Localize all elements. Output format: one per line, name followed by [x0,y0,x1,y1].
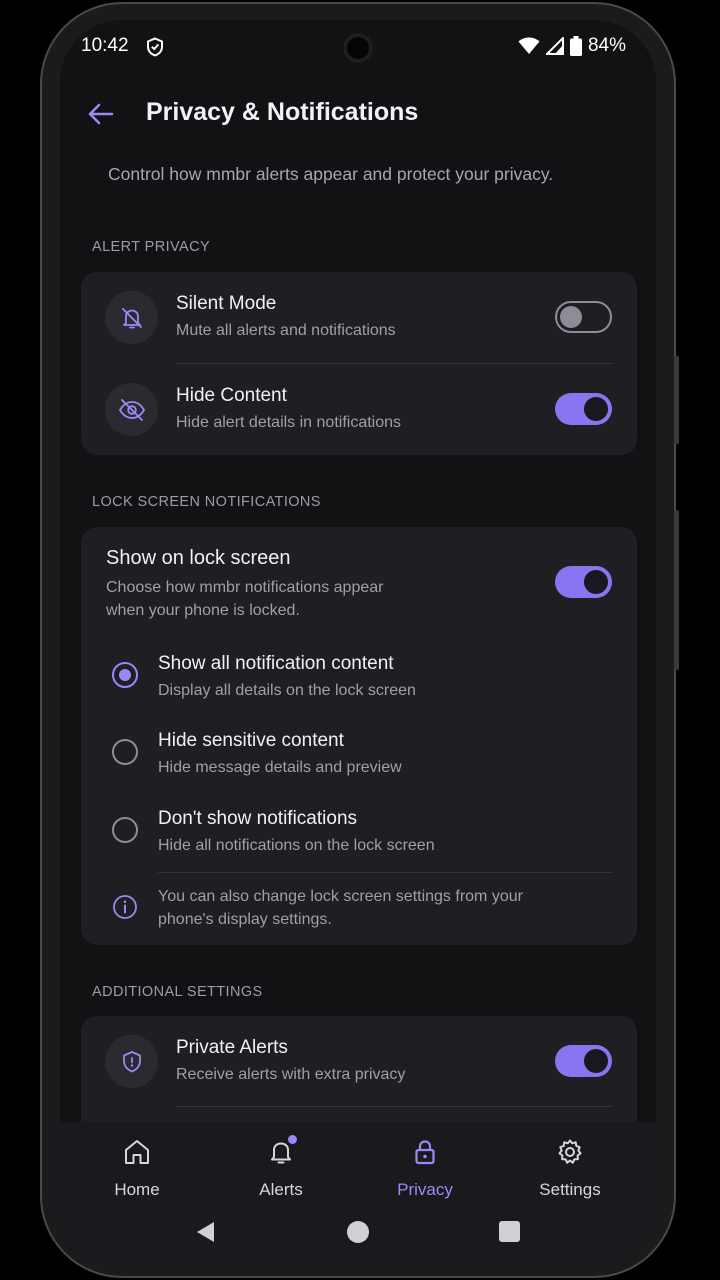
status-bar: 10:42 84% [60,20,656,72]
eye-off-icon [118,398,145,421]
home-icon [125,1140,149,1164]
nav-label-privacy: Privacy [397,1180,453,1199]
silent-mode-title: Silent Mode [176,293,277,314]
silent-mode-icon-wrap [105,291,158,344]
section-label-lock-screen: LOCK SCREEN NOTIFICATIONS [92,494,321,510]
nav-label-home: Home [114,1180,160,1199]
bottom-nav: Home Alerts Privacy Settings [60,1122,656,1260]
lock-screen-subtitle-2: when your phone is locked. [106,602,300,619]
option-show-all-title: Show all notification content [158,653,394,674]
alert-privacy-card: Silent Mode Mute all alerts and notifica… [81,272,637,455]
nav-label-settings: Settings [539,1180,601,1199]
option-hide-sensitive-title: Hide sensitive content [158,730,344,751]
back-triangle-icon[interactable] [194,1220,216,1244]
section-label-additional: ADDITIONAL SETTINGS [92,984,263,1000]
signal-icon [545,37,564,55]
battery-icon [569,36,582,56]
section-label-alert-privacy: ALERT PRIVACY [92,239,211,255]
system-nav-bar [60,1218,656,1248]
hide-content-icon-wrap [105,383,158,436]
lock-screen-subtitle-1: Choose how mmbr notifications appear [106,579,384,596]
hide-content-subtitle: Hide alert details in notifications [176,414,402,431]
radio-dont-show[interactable] [112,817,138,843]
info-icon [113,895,137,919]
divider [176,1106,613,1107]
page-subtitle: Control how mmbr alerts appear and prote… [108,164,554,184]
option-hide-sensitive-subtitle: Hide message details and preview [158,759,402,776]
radio-hide-sensitive[interactable] [112,739,138,765]
private-alerts-subtitle: Receive alerts with extra privacy [176,1066,406,1083]
hide-content-title: Hide Content [176,385,287,406]
info-text-1: You can also change lock screen settings… [158,888,523,905]
radio-show-all[interactable] [112,662,138,688]
option-show-all-subtitle: Display all details on the lock screen [158,682,416,699]
power-button [674,510,679,670]
silent-mode-toggle[interactable] [555,301,612,333]
nav-item-privacy[interactable]: Privacy [370,1136,480,1200]
alerts-badge-dot [288,1135,297,1144]
shield-icon [122,1050,141,1072]
nav-item-home[interactable]: Home [82,1136,192,1200]
lock-screen-toggle[interactable] [555,566,612,598]
lock-icon [415,1140,435,1165]
private-alerts-icon-wrap [105,1035,158,1088]
back-arrow-icon[interactable] [86,99,116,129]
nav-item-settings[interactable]: Settings [515,1136,625,1200]
screen: 10:42 84% Privacy & Notifications Contro… [60,20,656,1260]
divider [158,872,613,873]
lock-screen-card: Show on lock screen Choose how mmbr noti… [81,527,637,945]
lock-screen-title: Show on lock screen [106,547,291,569]
recents-square-button[interactable] [499,1221,520,1242]
home-circle-button[interactable] [347,1221,369,1243]
volume-button [674,356,679,444]
page-title: Privacy & Notifications [146,98,419,126]
wifi-icon [518,37,540,54]
option-dont-show-title: Don't show notifications [158,808,358,829]
private-alerts-title: Private Alerts [176,1037,288,1058]
status-right: 84% [518,35,626,57]
front-camera [343,33,373,63]
gear-icon [558,1139,582,1164]
status-time: 10:42 [81,35,129,56]
private-alerts-toggle[interactable] [555,1045,612,1077]
hide-content-toggle[interactable] [555,393,612,425]
info-text-2: phone's display settings. [158,911,332,928]
divider [176,363,613,364]
silent-mode-subtitle: Mute all alerts and notifications [176,322,396,339]
shield-status-icon [147,37,163,57]
option-dont-show-subtitle: Hide all notifications on the lock scree… [158,837,435,854]
nav-label-alerts: Alerts [259,1180,303,1199]
battery-percent: 84% [587,35,626,56]
bell-off-icon [121,307,142,328]
nav-item-alerts[interactable]: Alerts [226,1135,336,1200]
